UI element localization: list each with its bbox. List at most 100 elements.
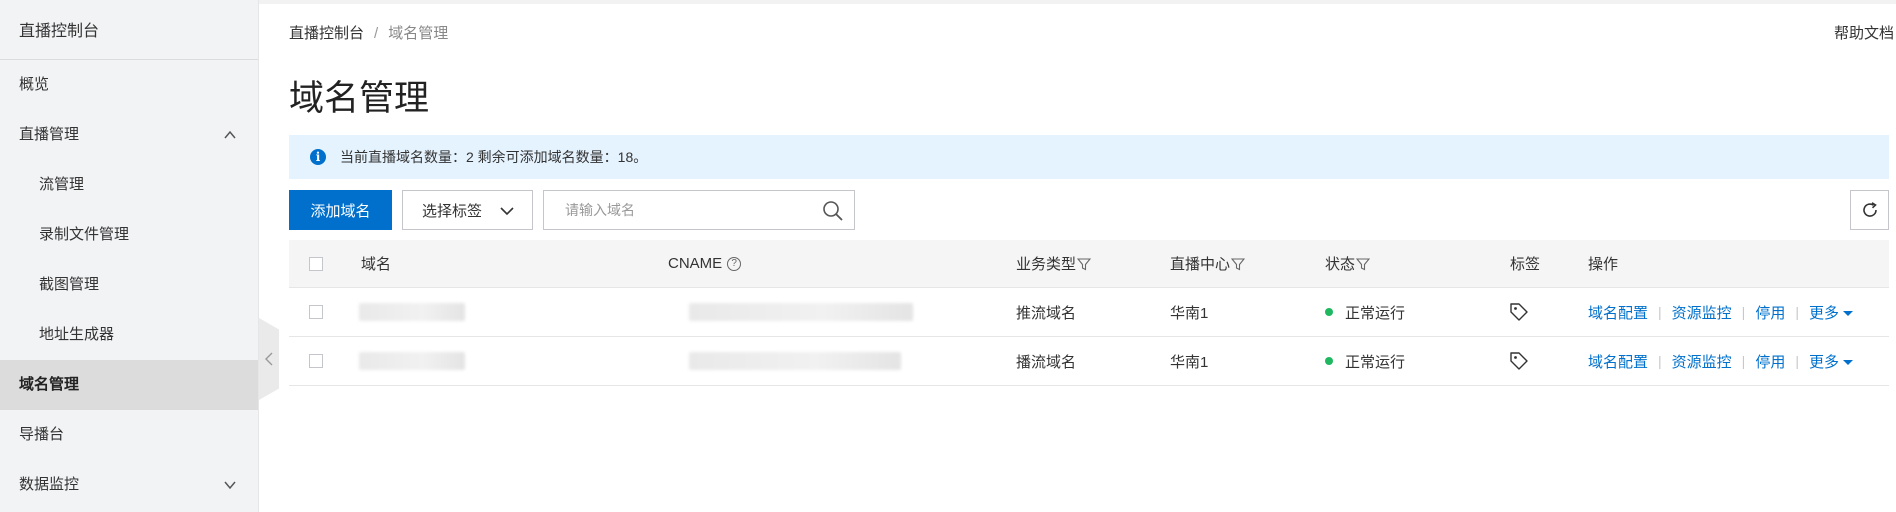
sidebar-collapse-handle[interactable] bbox=[259, 318, 279, 400]
center-cell: 华南1 bbox=[1170, 353, 1209, 371]
column-header-status[interactable]: 状态 bbox=[1325, 240, 1371, 287]
select-all-checkbox[interactable] bbox=[309, 256, 323, 271]
sidebar-item-director[interactable]: 导播台 bbox=[0, 410, 258, 460]
sidebar-item-streams[interactable]: 流管理 bbox=[0, 160, 258, 210]
refresh-button[interactable] bbox=[1850, 190, 1889, 230]
search-input[interactable] bbox=[544, 191, 814, 229]
disable-link[interactable]: 停用 bbox=[1755, 302, 1785, 323]
breadcrumb: 直播控制台 / 域名管理 bbox=[289, 22, 448, 43]
help-docs-link[interactable]: 帮助文档 bbox=[1834, 22, 1894, 43]
action-separator: | bbox=[1741, 353, 1746, 369]
help-icon[interactable]: ? bbox=[727, 256, 742, 271]
info-icon: i bbox=[310, 149, 326, 165]
sidebar-item-domains[interactable]: 域名管理 bbox=[0, 360, 258, 410]
chevron-down-icon bbox=[500, 207, 514, 216]
sidebar-item-overview[interactable]: 概览 bbox=[0, 60, 258, 110]
domain-cell-redacted bbox=[359, 337, 465, 385]
chevron-up-icon bbox=[224, 130, 236, 139]
search-icon[interactable] bbox=[822, 200, 844, 222]
column-header-center-label: 直播中心 bbox=[1170, 256, 1231, 273]
ops-cell: 域名配置 | 资源监控 | 停用 | 更多 bbox=[1588, 288, 1854, 336]
page-title: 域名管理 bbox=[289, 79, 430, 118]
action-separator: | bbox=[1658, 353, 1662, 369]
breadcrumb-separator: / bbox=[374, 25, 379, 42]
status-dot bbox=[1325, 357, 1333, 365]
refresh-icon bbox=[1862, 202, 1877, 217]
ops-cell: 域名配置 | 资源监控 | 停用 | 更多 bbox=[1588, 337, 1854, 385]
sidebar-item-label: 域名管理 bbox=[19, 376, 80, 393]
column-header-cname-label: CNAME bbox=[668, 255, 723, 272]
status-cell: 正常运行 bbox=[1325, 337, 1405, 385]
sidebar-item-label: 地址生成器 bbox=[39, 326, 115, 343]
sidebar-item-snapshots[interactable]: 截图管理 bbox=[0, 260, 258, 310]
chevron-left-icon bbox=[265, 352, 273, 366]
center-cell: 华南1 bbox=[1170, 304, 1209, 322]
column-header-tag: 标签 bbox=[1510, 256, 1541, 273]
table-header: 域名 CNAME? 业务类型 直播中心 状态 标签 操作 bbox=[289, 240, 1889, 288]
tag-select[interactable]: 选择标签 bbox=[402, 190, 533, 230]
more-label: 更多 bbox=[1808, 304, 1839, 322]
redacted-domain bbox=[359, 303, 465, 321]
tag-icon[interactable] bbox=[1509, 302, 1529, 322]
toolbar: 添加域名 选择标签 bbox=[289, 190, 1889, 230]
domain-config-link[interactable]: 域名配置 bbox=[1588, 302, 1648, 323]
notice-text: 当前直播域名数量：2 剩余可添加域名数量：18。 bbox=[340, 149, 648, 165]
domain-table: 域名 CNAME? 业务类型 直播中心 状态 标签 操作 推流域名 华南1 正常… bbox=[289, 240, 1889, 386]
column-header-type[interactable]: 业务类型 bbox=[1016, 240, 1092, 287]
sidebar-item-live-management[interactable]: 直播管理 bbox=[0, 110, 258, 160]
domain-config-link[interactable]: 域名配置 bbox=[1588, 351, 1648, 372]
status-text: 正常运行 bbox=[1345, 304, 1406, 322]
sidebar-item-recordings[interactable]: 录制文件管理 bbox=[0, 210, 258, 260]
sidebar-item-label: 截图管理 bbox=[39, 276, 100, 293]
redacted-cname bbox=[689, 352, 901, 370]
sidebar-item-data-monitor[interactable]: 数据监控 bbox=[0, 460, 258, 510]
breadcrumb-link-console[interactable]: 直播控制台 bbox=[289, 25, 364, 42]
add-domain-button[interactable]: 添加域名 bbox=[289, 190, 392, 230]
sidebar-item-label: 导播台 bbox=[19, 426, 65, 443]
status-dot bbox=[1325, 308, 1333, 316]
chevron-down-icon bbox=[224, 481, 236, 490]
main-content: 直播控制台 / 域名管理 帮助文档 域名管理 i 当前直播域名数量：2 剩余可添加域… bbox=[289, 0, 1896, 512]
info-notice: i 当前直播域名数量：2 剩余可添加域名数量：18。 bbox=[289, 135, 1889, 179]
column-header-type-label: 业务类型 bbox=[1016, 256, 1077, 273]
filter-icon[interactable] bbox=[1077, 257, 1092, 271]
more-actions-link[interactable]: 更多 bbox=[1809, 351, 1854, 372]
filter-icon[interactable] bbox=[1231, 257, 1246, 271]
status-cell: 正常运行 bbox=[1325, 288, 1405, 336]
resource-monitor-link[interactable]: 资源监控 bbox=[1672, 302, 1732, 323]
caret-down-icon bbox=[1842, 310, 1853, 316]
column-header-cname: CNAME? bbox=[668, 240, 742, 287]
row-select-cell bbox=[309, 337, 323, 385]
redacted-domain bbox=[359, 352, 465, 370]
type-cell: 推流域名 bbox=[1016, 304, 1077, 322]
disable-link[interactable]: 停用 bbox=[1755, 351, 1785, 372]
redacted-cname bbox=[689, 303, 913, 321]
search-box bbox=[543, 190, 855, 230]
tag-select-label: 选择标签 bbox=[422, 202, 483, 220]
sidebar-title: 直播控制台 bbox=[0, 0, 258, 60]
sidebar-item-label: 数据监控 bbox=[19, 476, 80, 493]
column-header-ops: 操作 bbox=[1588, 256, 1619, 273]
action-separator: | bbox=[1795, 353, 1799, 369]
row-checkbox[interactable] bbox=[309, 354, 323, 368]
sidebar-item-url-generator[interactable]: 地址生成器 bbox=[0, 310, 258, 360]
resource-monitor-link[interactable]: 资源监控 bbox=[1672, 351, 1732, 372]
sidebar-item-label: 直播管理 bbox=[19, 126, 80, 143]
tag-cell bbox=[1509, 337, 1529, 385]
select-all-cell bbox=[309, 240, 323, 287]
filter-icon[interactable] bbox=[1356, 257, 1371, 271]
row-checkbox[interactable] bbox=[309, 305, 323, 319]
table-row: 推流域名 华南1 正常运行 域名配置 | 资源监控 | 停用 | 更多 bbox=[289, 288, 1889, 337]
more-label: 更多 bbox=[1808, 353, 1839, 371]
sidebar-item-label: 流管理 bbox=[39, 176, 85, 193]
column-header-center[interactable]: 直播中心 bbox=[1170, 240, 1246, 287]
action-separator: | bbox=[1658, 304, 1662, 320]
sidebar-item-label: 概览 bbox=[19, 76, 50, 93]
tag-cell bbox=[1509, 288, 1529, 336]
type-cell: 播流域名 bbox=[1016, 353, 1077, 371]
more-actions-link[interactable]: 更多 bbox=[1809, 302, 1854, 323]
domain-cell-redacted bbox=[359, 288, 465, 336]
cname-cell-redacted bbox=[689, 288, 913, 336]
tag-icon[interactable] bbox=[1509, 351, 1529, 371]
column-header-domain: 域名 bbox=[361, 256, 392, 273]
